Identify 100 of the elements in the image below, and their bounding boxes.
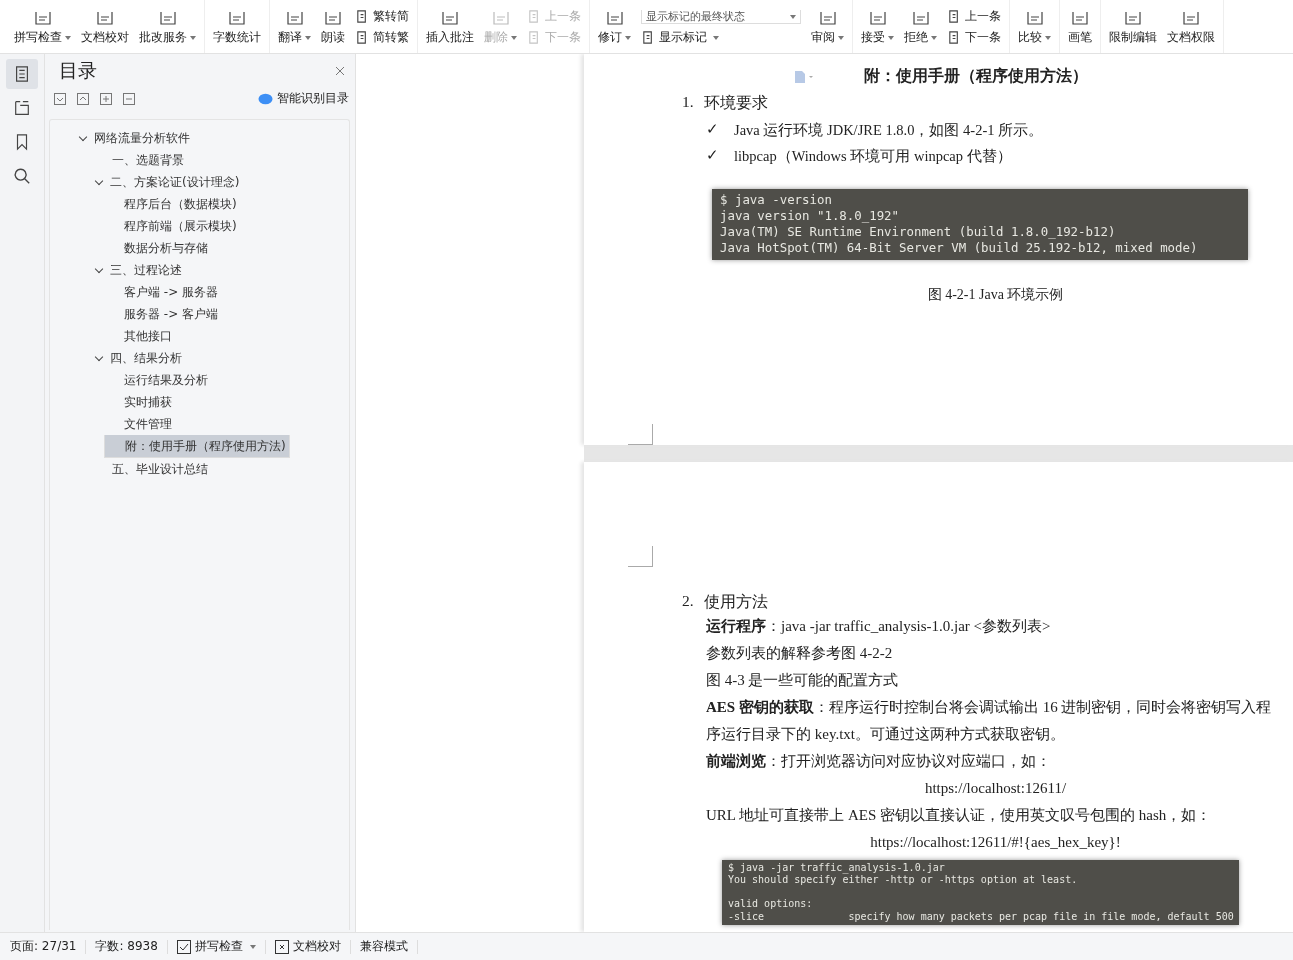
toc-item[interactable]: 二、方案论证(设计理念) — [50, 171, 343, 193]
ribbon-button[interactable]: 画笔 — [1064, 12, 1096, 45]
checkbox-icon — [176, 939, 191, 954]
ribbon-button[interactable]: 显示标记 — [641, 30, 801, 45]
ribbon-button[interactable]: 拒绝 — [900, 12, 941, 45]
appendix-heading: 附：使用手册（程序使用方法） — [864, 66, 1088, 86]
tool-icon — [1070, 12, 1090, 26]
ribbon-button[interactable]: 接受 — [857, 12, 898, 45]
compatibility-mode: 兼容模式 — [359, 938, 408, 955]
bullet-text: libpcap（Windows 环境可用 winpcap 代替） — [734, 147, 1012, 166]
toc-item[interactable]: 文件管理 — [50, 413, 343, 435]
paragraph: 前端浏览：打开浏览器访问对应协议对应端口，如： — [706, 752, 1052, 771]
tool-icon — [817, 12, 838, 26]
paragraph: 参数列表的解释参考图 4-2-2 — [706, 644, 894, 663]
proofread-button[interactable]: 文档校对 — [274, 938, 341, 955]
ribbon-button[interactable]: 文档权限 — [1163, 12, 1219, 45]
caret-icon — [249, 944, 256, 949]
tool-icon — [1181, 12, 1201, 26]
tool-icon — [32, 12, 53, 26]
console-line: -slice specify how many packets per pcap file in file mode, default 500 — [728, 910, 1233, 923]
tool-icon — [867, 12, 888, 26]
ribbon-button[interactable]: 朗读 — [317, 12, 349, 45]
caret-icon — [625, 35, 631, 40]
caret-icon — [838, 35, 844, 40]
ribbon-button[interactable]: 插入批注 — [422, 12, 478, 45]
tool-icon — [910, 12, 931, 26]
ribbon-button[interactable]: 拼写检查 — [10, 12, 75, 45]
ribbon-button[interactable]: 比较 — [1014, 12, 1055, 45]
caret-icon — [888, 35, 894, 40]
console-line: $ java -version — [720, 192, 833, 208]
minus-icon[interactable] — [123, 92, 135, 105]
toc-item[interactable]: 程序前端（展示模块) — [50, 215, 343, 237]
paragraph: URL 地址可直接带上 AES 密钥以直接认证，使用英文叹号包围的 hash，如： — [706, 806, 1213, 825]
tool-icon — [95, 12, 115, 26]
tool-icon — [323, 12, 343, 26]
ribbon-button[interactable]: 繁转简 — [355, 9, 409, 24]
toc-item[interactable]: 数据分析与存储 — [50, 237, 343, 259]
page-count: 页面: 27/31 — [10, 938, 77, 955]
list-number: 2. — [682, 592, 694, 611]
toc-item[interactable]: 实时捕获 — [50, 391, 343, 413]
tool-icon — [157, 12, 178, 26]
toc-item[interactable]: 服务器 -> 客户端 — [50, 303, 343, 325]
paragraph: 图 4-3 是一些可能的配置方式 — [706, 671, 900, 690]
ribbon-button[interactable]: 简转繁 — [355, 30, 409, 45]
ribbon-button[interactable]: 文档校对 — [77, 12, 133, 45]
tool-icon — [1123, 12, 1143, 26]
toc-item[interactable]: 网络流量分析软件 — [50, 127, 343, 149]
ribbon-button[interactable]: 下一条 — [947, 30, 1001, 45]
ribbon-button[interactable]: 翻译 — [274, 12, 315, 45]
caret-icon — [190, 35, 196, 40]
word-count[interactable]: 字数: 8938 — [95, 938, 158, 955]
toc-item[interactable]: 附：使用手册（程序使用方法) — [104, 435, 290, 458]
ribbon-button[interactable]: 上一条 — [947, 9, 1001, 24]
structure-icon — [13, 99, 31, 117]
url-link[interactable]: https://localhost:12611/#!{aes_hex_key}! — [870, 834, 1121, 850]
ribbon-button[interactable]: 修订 — [594, 12, 635, 45]
caret-icon — [931, 35, 937, 40]
document-x-icon — [274, 939, 289, 954]
toc-item[interactable]: 五、毕业设计总结 — [50, 458, 343, 480]
url-link[interactable]: https://localhost:12611/ — [924, 780, 1067, 796]
crop-mark — [628, 546, 653, 567]
caret-icon — [511, 35, 517, 40]
close-icon[interactable] — [335, 66, 345, 76]
plus-icon[interactable] — [100, 92, 112, 105]
toc-item[interactable]: 四、结果分析 — [50, 347, 343, 369]
markup-dropdown[interactable]: 显示标记的最终状态 — [641, 10, 801, 24]
figure-caption: 图 4-2-1 Java 环境示例 — [926, 286, 1065, 304]
console-line: valid options: — [728, 898, 814, 911]
toc-item[interactable]: 客户端 -> 服务器 — [50, 281, 343, 303]
ribbon-button[interactable]: 限制编辑 — [1105, 12, 1161, 45]
ribbon-button[interactable]: 审阅 — [807, 12, 848, 45]
console-line: You should specify either -http or -https option at least. — [728, 874, 1079, 887]
toc-item[interactable]: 其他接口 — [50, 325, 343, 347]
spell-check-button[interactable]: 拼写检查 — [176, 938, 256, 955]
tool-icon — [227, 12, 247, 26]
caret-icon — [1045, 35, 1051, 40]
toc-item[interactable]: 三、过程论述 — [50, 259, 343, 281]
caret-icon — [790, 14, 796, 19]
console-line: java version "1.8.0_192" — [720, 208, 901, 224]
paragraph: 运行程序：java -jar traffic_analysis-1.0.jar <参数列表> — [706, 617, 1052, 636]
toc-item[interactable]: 运行结果及分析 — [50, 369, 343, 391]
bullet-text: Java 运行环境 JDK/JRE 1.8.0，如图 4-2-1 所示。 — [734, 121, 1044, 140]
checkmark-bullet: ✓ — [706, 121, 720, 139]
tool-icon — [604, 12, 625, 26]
section-title: 使用方法 — [703, 592, 768, 612]
toc-item[interactable]: 程序后台（数据模块) — [50, 193, 343, 215]
collapse-icon[interactable] — [54, 92, 66, 105]
console-line: $ java -jar traffic_analysis-1.0.jar — [728, 862, 946, 875]
console-line: Java HotSpot(TM) 64-Bit Server VM (build 25.192-b12, mixed mode) — [720, 240, 1199, 256]
expand-icon[interactable] — [77, 92, 89, 105]
ribbon-button[interactable]: 字数统计 — [209, 12, 265, 45]
tool-icon — [440, 12, 460, 26]
console-line: Java(TM) SE Runtime Environment (build 1.8.0_192-b12) — [720, 224, 1117, 240]
search-icon — [13, 167, 31, 185]
checkmark-bullet: ✓ — [706, 147, 720, 165]
tool-icon — [284, 12, 305, 26]
toc-item[interactable]: 一、选题背景 — [50, 149, 343, 171]
smart-toc-button[interactable]: 智能识别目录 — [258, 90, 349, 107]
ribbon-button[interactable]: 批改服务 — [135, 12, 200, 45]
sidebar-tab[interactable] — [6, 59, 38, 89]
